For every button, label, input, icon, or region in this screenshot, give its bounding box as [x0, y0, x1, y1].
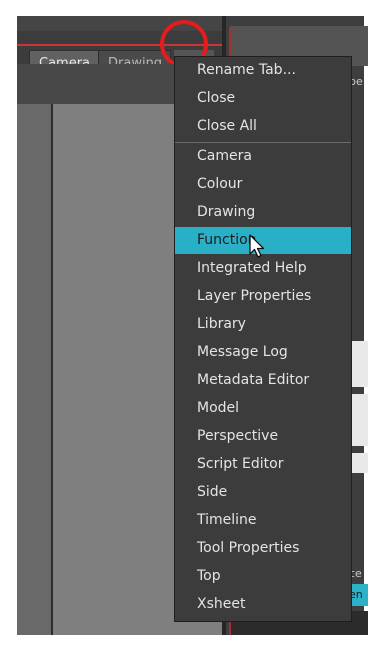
menu-item-close-all[interactable]: Close All [175, 113, 351, 140]
viewport-side-panel [17, 104, 53, 635]
menu-item-camera[interactable]: Camera [175, 143, 351, 170]
menu-item-model[interactable]: Model [175, 395, 351, 422]
add-view-menu: Rename Tab... Close Close All Camera Col… [174, 56, 352, 622]
mouse-pointer-icon [249, 234, 265, 258]
menu-item-timeline[interactable]: Timeline [175, 507, 351, 534]
menu-item-rename-tab[interactable]: Rename Tab... [175, 57, 351, 84]
menu-item-tool-properties[interactable]: Tool Properties [175, 535, 351, 562]
menu-item-perspective[interactable]: Perspective [175, 423, 351, 450]
menu-item-script-editor[interactable]: Script Editor [175, 451, 351, 478]
menu-item-drawing[interactable]: Drawing [175, 199, 351, 226]
menu-item-metadata-editor[interactable]: Metadata Editor [175, 367, 351, 394]
menu-item-layer-properties[interactable]: Layer Properties [175, 283, 351, 310]
menu-item-close[interactable]: Close [175, 85, 351, 112]
menu-item-side[interactable]: Side [175, 479, 351, 506]
menu-item-colour[interactable]: Colour [175, 171, 351, 198]
menu-item-message-log[interactable]: Message Log [175, 339, 351, 366]
menu-item-top[interactable]: Top [175, 563, 351, 590]
menu-item-xsheet[interactable]: Xsheet [175, 591, 351, 618]
menu-item-library[interactable]: Library [175, 311, 351, 338]
